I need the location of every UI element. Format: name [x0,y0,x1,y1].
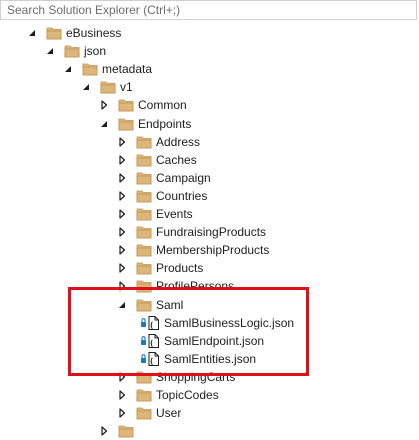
expanded-arrow-icon[interactable] [99,119,109,129]
tree-folder-membershipproducts[interactable]: MembershipProducts [0,241,419,259]
locked-json-file-icon [140,333,162,349]
folder-icon [136,406,152,420]
search-input[interactable] [1,1,416,19]
tree-item-label: Events [156,207,193,221]
expanded-arrow-icon[interactable] [81,82,91,92]
collapsed-arrow-icon[interactable] [117,372,127,382]
tree-folder-metadata[interactable]: metadata [0,60,419,78]
folder-icon [136,279,152,293]
tree-folder-topiccodes[interactable]: TopicCodes [0,386,419,404]
collapsed-arrow-icon[interactable] [117,173,127,183]
search-box[interactable] [0,0,417,20]
folder-icon [136,171,152,185]
folder-icon [136,135,152,149]
tree-item-label: v1 [120,80,133,95]
collapsed-arrow-icon[interactable] [117,227,127,237]
folder-icon [136,388,152,402]
folder-icon [136,261,152,275]
tree-item-label: Products [156,261,204,276]
folder-icon [136,298,152,312]
tree-item-label: json [84,44,107,59]
tree-folder-events[interactable]: Events [0,205,419,223]
tree-folder-shoppingcarts[interactable]: ShoppingCarts [0,368,419,386]
tree-folder-profilepersons[interactable]: ProfilePersons [0,277,419,295]
locked-json-file-icon [140,351,162,367]
tree-folder-address[interactable]: Address [0,133,419,151]
folder-icon [136,153,152,167]
tree-file-samlendpoint-json[interactable]: SamlEndpoint.json [0,332,419,350]
folder-icon [136,207,152,221]
tree-item-label: TopicCodes [156,388,219,402]
collapsed-arrow-icon[interactable] [117,155,127,165]
collapsed-arrow-icon[interactable] [99,426,109,436]
expanded-arrow-icon[interactable] [45,46,55,56]
locked-json-file-icon [140,315,162,331]
collapsed-arrow-icon[interactable] [117,245,127,255]
folder-icon [136,225,152,239]
expanded-arrow-icon[interactable] [27,28,37,38]
tree-item-label: Saml [156,297,184,312]
tree-folder-ebusiness[interactable]: eBusiness [0,24,419,42]
tree-folder-saml[interactable]: Saml [0,296,419,314]
tree-folder-products[interactable]: Products [0,259,419,277]
expanded-arrow-icon[interactable] [63,64,73,74]
folder-icon [136,243,152,257]
tree-item-label: ShoppingCarts [156,369,236,384]
tree-folder-countries[interactable]: Countries [0,187,419,205]
folder-icon [136,370,152,384]
tree-item-label: FundraisingProducts [156,225,267,240]
collapsed-arrow-icon[interactable] [117,263,127,273]
tree-item-label: MembershipProducts [156,243,270,258]
tree-folder-v1[interactable]: v1 [0,78,419,96]
collapsed-arrow-icon[interactable] [99,100,109,110]
tree-folder-caches[interactable]: Caches [0,151,419,169]
tree-item-label: Endpoints [138,116,192,131]
tree-folder-campaign[interactable]: Campaign [0,169,419,187]
collapsed-arrow-icon[interactable] [117,408,127,418]
tree-item-label: Caches [156,152,197,167]
tree-item-label: SamlBusinessLogic.json [164,315,295,330]
folder-icon [118,117,134,131]
tree-item-label: ProfilePersons [156,279,235,294]
tree-file-samlbusinesslogic-json[interactable]: SamlBusinessLogic.json [0,314,419,332]
tree-item-label: SamlEndpoint.json [164,333,265,348]
collapsed-arrow-icon[interactable] [117,390,127,400]
collapsed-arrow-icon[interactable] [117,209,127,219]
folder-icon [136,189,152,203]
tree-folder-endpoints[interactable]: Endpoints [0,115,419,133]
collapsed-arrow-icon[interactable] [117,191,127,201]
folder-icon [118,98,134,112]
tree-item-label: eBusiness [66,26,122,40]
tree-item-label: Countries [156,188,208,203]
collapsed-arrow-icon[interactable] [117,136,127,147]
tree-item-label: User [156,406,182,421]
tree-folder-common[interactable]: Common [0,96,419,114]
collapsed-arrow-icon[interactable] [117,281,127,291]
folder-icon [82,62,98,76]
tree-item-label: Address [156,134,201,149]
folder-icon [118,424,134,438]
tree-folder-json[interactable]: json [0,42,419,60]
tree-item-label: Common [138,98,187,113]
expanded-arrow-icon[interactable] [117,300,127,310]
folder-icon [64,44,80,58]
tree-item-label: Campaign [156,170,211,185]
tree-item-label: metadata [102,62,153,77]
tree-file-samlentities-json[interactable]: SamlEntities.json [0,350,419,368]
tree-item-label: SamlEntities.json [164,351,257,366]
folder-icon [46,26,62,40]
folder-icon [100,80,116,94]
tree-folder-fundraisingproducts[interactable]: FundraisingProducts [0,223,419,241]
tree-folder-user[interactable]: User [0,404,419,422]
